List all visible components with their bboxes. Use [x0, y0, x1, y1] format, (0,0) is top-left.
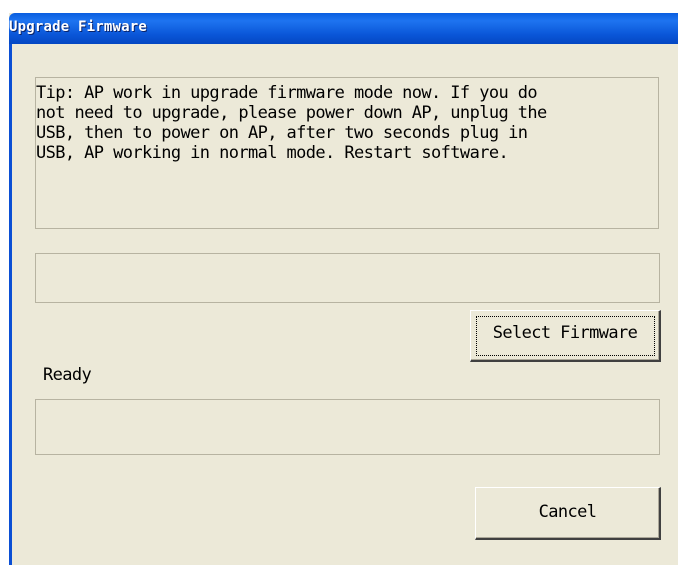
status-label: Ready [43, 365, 92, 385]
cancel-label: Cancel [538, 502, 597, 522]
title-bar[interactable]: Upgrade Firmware [9, 13, 678, 44]
select-firmware-button[interactable]: Select Firmware [470, 310, 661, 362]
firmware-path-field [35, 253, 660, 303]
focus-rectangle [476, 316, 655, 356]
tip-text: Tip: AP work in upgrade firmware mode no… [36, 83, 547, 163]
cancel-button[interactable]: Cancel [475, 487, 661, 540]
window-title: Upgrade Firmware [9, 19, 148, 35]
progress-bar [35, 399, 660, 455]
window-frame-left [9, 44, 12, 565]
upgrade-firmware-dialog: Upgrade Firmware Tip: AP work in upgrade… [9, 13, 678, 565]
tip-groupbox: Tip: AP work in upgrade firmware mode no… [35, 77, 659, 229]
